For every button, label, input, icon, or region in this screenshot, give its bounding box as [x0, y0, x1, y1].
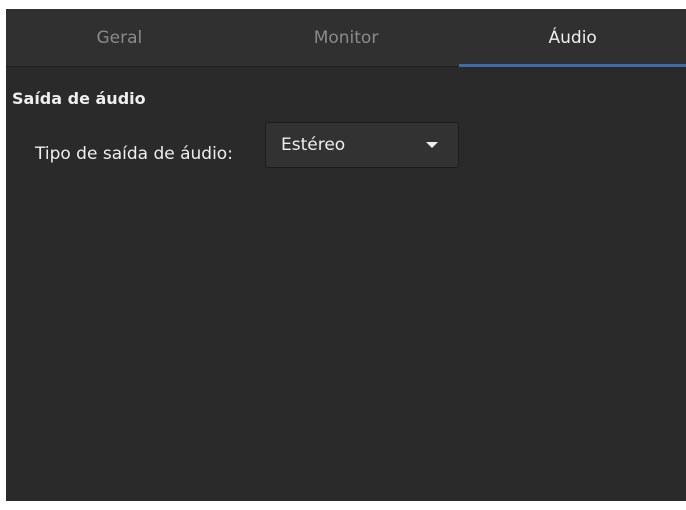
output-type-label: Tipo de saída de áudio: [35, 144, 233, 164]
tab-geral[interactable]: Geral [6, 9, 233, 66]
audio-panel: Saída de áudio Tipo de saída de áudio: E… [6, 67, 686, 501]
tab-monitor-label: Monitor [313, 27, 379, 48]
tab-geral-label: Geral [96, 27, 143, 48]
tab-bar: Geral Monitor Áudio [6, 9, 686, 67]
output-type-dropdown[interactable]: Estéreo [265, 122, 459, 168]
tab-audio[interactable]: Áudio [459, 9, 686, 67]
preferences-window: Geral Monitor Áudio Saída de áudio Tipo … [6, 9, 686, 501]
section-title: Saída de áudio [12, 89, 146, 108]
output-type-value: Estéreo [281, 135, 346, 155]
tab-monitor[interactable]: Monitor [233, 9, 460, 66]
tab-audio-label: Áudio [548, 27, 597, 48]
chevron-down-icon [426, 142, 438, 148]
